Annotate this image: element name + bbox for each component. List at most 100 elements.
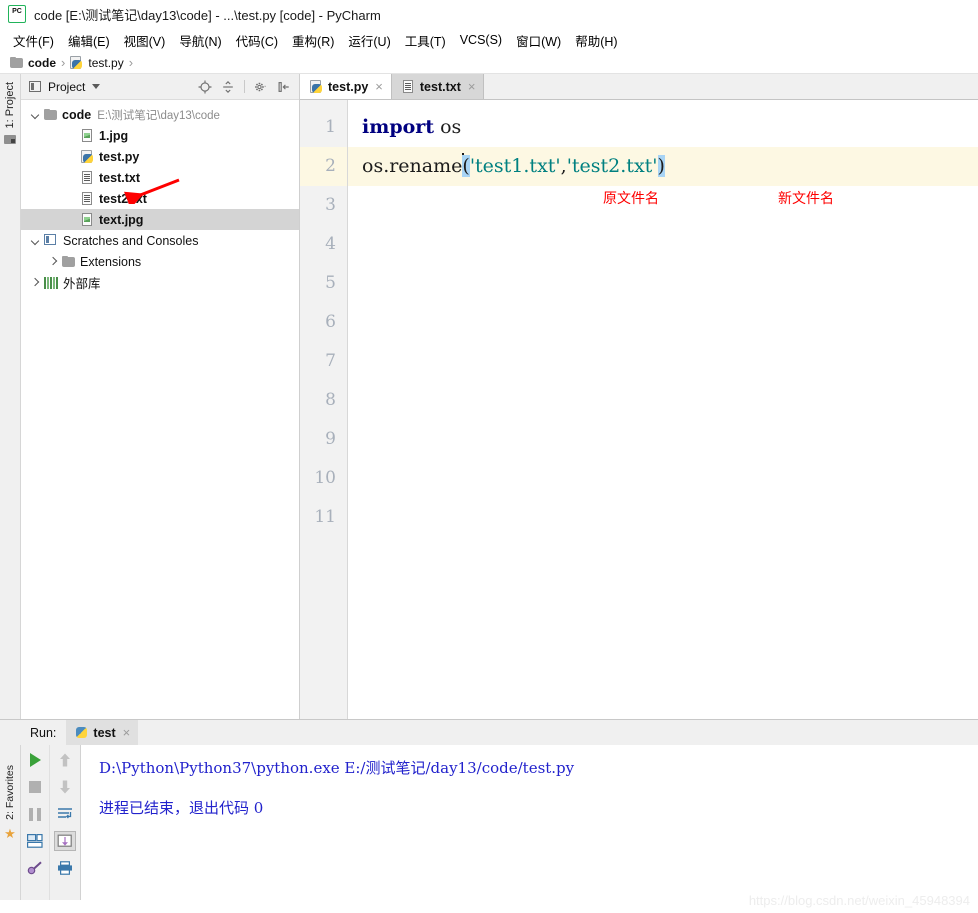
module-name: os bbox=[434, 116, 462, 138]
menu-navigate[interactable]: 导航(N) bbox=[172, 29, 228, 52]
sidebar-tab-favorites[interactable]: 2: Favorites ★ bbox=[0, 763, 20, 842]
chevron-down-icon[interactable] bbox=[92, 84, 101, 89]
image-file-icon bbox=[81, 128, 94, 143]
menu-refactor[interactable]: 重构(R) bbox=[285, 29, 341, 52]
project-tab-label: 1: Project bbox=[4, 82, 16, 129]
folder-icon bbox=[62, 256, 75, 267]
tree-label: 1.jpg bbox=[99, 128, 129, 143]
print-icon[interactable] bbox=[54, 858, 76, 878]
scroll-to-end-icon[interactable] bbox=[54, 831, 76, 851]
tree-row-test-txt[interactable]: test.txt bbox=[21, 167, 299, 188]
close-icon[interactable]: × bbox=[123, 725, 131, 740]
breadcrumb-label: test.py bbox=[88, 55, 124, 70]
line-number: 10 bbox=[314, 468, 336, 488]
close-icon[interactable]: × bbox=[468, 80, 476, 93]
tree-label: Extensions bbox=[80, 254, 142, 269]
line-number: 7 bbox=[325, 351, 336, 371]
breadcrumb-item-code[interactable]: code bbox=[10, 56, 56, 70]
up-arrow-icon[interactable] bbox=[54, 750, 76, 770]
menu-window[interactable]: 窗口(W) bbox=[509, 29, 568, 52]
library-icon bbox=[44, 276, 58, 289]
text-file-icon bbox=[81, 191, 94, 206]
tree-label: test.txt bbox=[99, 170, 140, 185]
tree-row-1-jpg[interactable]: 1.jpg bbox=[21, 125, 299, 146]
python-file-icon bbox=[75, 726, 88, 739]
bottom-left-tool-strip: 2: Favorites ★ bbox=[0, 745, 21, 900]
console-output[interactable]: D:\Python\Python37\python.exe E:/测试笔记/da… bbox=[81, 745, 978, 900]
menu-file[interactable]: 文件(F) bbox=[6, 29, 61, 52]
editor-tab-bar: test.py × test.txt × bbox=[300, 74, 978, 100]
menu-help[interactable]: 帮助(H) bbox=[568, 29, 624, 52]
menu-run[interactable]: 运行(U) bbox=[341, 29, 397, 52]
chevron-down-icon[interactable] bbox=[29, 108, 42, 121]
line-number: 4 bbox=[325, 234, 336, 254]
menu-vcs[interactable]: VCS(S) bbox=[453, 31, 509, 49]
tree-row-test-py[interactable]: test.py bbox=[21, 146, 299, 167]
locate-target-icon[interactable] bbox=[198, 80, 212, 94]
window-title: code [E:\测试笔记\day13\code] - ...\test.py … bbox=[34, 7, 381, 23]
run-label: Run: bbox=[30, 725, 57, 740]
python-file-icon bbox=[81, 149, 94, 164]
title-bar: code [E:\测试笔记\day13\code] - ...\test.py … bbox=[0, 0, 978, 28]
menu-edit[interactable]: 编辑(E) bbox=[61, 29, 117, 52]
down-arrow-icon[interactable] bbox=[54, 777, 76, 797]
folder-icon bbox=[44, 109, 57, 120]
image-file-icon bbox=[81, 212, 94, 227]
menu-code[interactable]: 代码(C) bbox=[229, 29, 285, 52]
editor-area: test.py × test.txt × 1 2 3 4 5 6 7 8 9 1… bbox=[300, 74, 978, 719]
code-content[interactable]: import os os.rename('test1.txt','test2.t… bbox=[348, 100, 978, 719]
project-panel: Project code E:\测试笔记\day13\code 1.jpg te… bbox=[21, 74, 300, 719]
line-number-gutter: 1 2 3 4 5 6 7 8 9 10 11 bbox=[300, 100, 348, 719]
python-file-icon bbox=[70, 55, 83, 70]
tree-label: Scratches and Consoles bbox=[63, 233, 199, 248]
toolbar-divider bbox=[244, 80, 245, 93]
soft-wrap-icon[interactable] bbox=[54, 804, 76, 824]
settings-gear-icon[interactable] bbox=[254, 80, 268, 94]
project-panel-title: Project bbox=[48, 79, 86, 94]
pause-icon[interactable] bbox=[24, 804, 46, 824]
sidebar-tab-project[interactable]: 1: Project bbox=[0, 80, 20, 145]
breadcrumb-separator-2: › bbox=[128, 55, 134, 70]
line-number: 3 bbox=[325, 195, 336, 215]
run-tab-test[interactable]: test × bbox=[66, 720, 139, 745]
breadcrumb-separator: › bbox=[61, 55, 66, 70]
line-number: 5 bbox=[325, 273, 336, 293]
code-line-1[interactable]: import os bbox=[348, 108, 978, 147]
menu-tools[interactable]: 工具(T) bbox=[398, 29, 453, 52]
function-call: os.rename bbox=[362, 155, 463, 177]
breadcrumb-item-test-py[interactable]: test.py bbox=[70, 55, 124, 70]
close-icon[interactable]: × bbox=[375, 80, 383, 93]
attach-debugger-icon[interactable] bbox=[24, 858, 46, 878]
run-panel: Run: test × 2: Favorites ★ D:\Python\Pyt… bbox=[0, 719, 978, 900]
console-output-line: D:\Python\Python37\python.exe E:/测试笔记/da… bbox=[99, 759, 575, 777]
run-toolbar-right bbox=[50, 745, 81, 900]
chevron-down-icon[interactable] bbox=[29, 234, 42, 247]
collapse-all-icon[interactable] bbox=[221, 80, 235, 94]
run-tab-label: test bbox=[93, 725, 116, 740]
line-number: 8 bbox=[325, 390, 336, 410]
tab-label: test.py bbox=[328, 79, 369, 94]
tree-label: code bbox=[62, 107, 92, 122]
tree-row-code[interactable]: code E:\测试笔记\day13\code bbox=[21, 104, 299, 125]
string-arg-2: 'test2.txt' bbox=[566, 155, 658, 177]
tree-row-extensions[interactable]: Extensions bbox=[21, 251, 299, 272]
tab-test-txt[interactable]: test.txt × bbox=[391, 74, 485, 99]
breadcrumb: code › test.py › bbox=[0, 52, 978, 74]
tree-row-test2-txt[interactable]: test2.txt bbox=[21, 188, 299, 209]
pycharm-logo-icon bbox=[8, 5, 26, 23]
code-line-2[interactable]: os.rename('test1.txt','test2.txt') bbox=[348, 147, 978, 186]
tab-test-py[interactable]: test.py × bbox=[300, 74, 392, 99]
menu-view[interactable]: 视图(V) bbox=[117, 29, 173, 52]
tree-row-external-libraries[interactable]: 外部库 bbox=[21, 272, 299, 293]
hide-panel-icon[interactable] bbox=[277, 80, 291, 94]
chevron-right-icon[interactable] bbox=[29, 276, 42, 289]
watermark-text: https://blog.csdn.net/weixin_45948394 bbox=[748, 893, 970, 908]
tree-row-scratches-and-consoles[interactable]: Scratches and Consoles bbox=[21, 230, 299, 251]
chevron-right-icon[interactable] bbox=[47, 255, 60, 268]
rerun-play-icon[interactable] bbox=[24, 750, 46, 770]
tree-label: 外部库 bbox=[63, 277, 101, 291]
console-view-icon[interactable] bbox=[24, 831, 46, 851]
tree-row-text-jpg[interactable]: text.jpg bbox=[21, 209, 299, 230]
project-panel-toolbar bbox=[198, 80, 295, 94]
stop-icon[interactable] bbox=[24, 777, 46, 797]
